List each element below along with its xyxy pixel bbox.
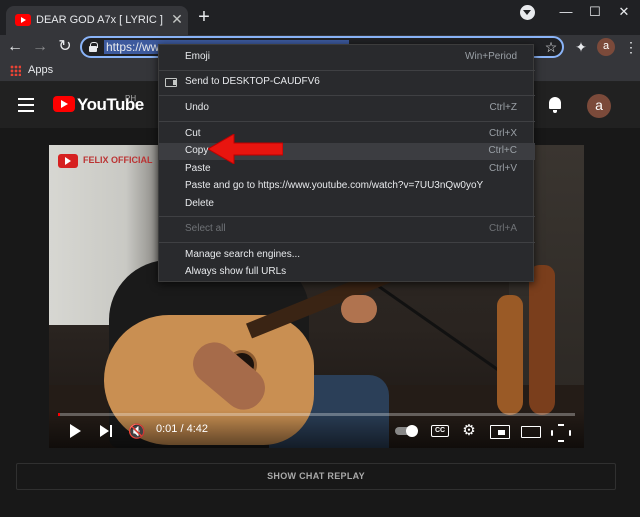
- video-scene-guitar-side: [497, 295, 523, 415]
- menu-item-shortcut: Ctrl+C: [488, 145, 517, 156]
- menu-item-always-show-full-urls[interactable]: Always show full URLs: [159, 264, 535, 281]
- menu-separator: [159, 95, 535, 96]
- menu-separator: [159, 216, 535, 217]
- tab-close-icon[interactable]: ✕: [170, 11, 184, 27]
- fullscreen-icon[interactable]: [551, 422, 567, 440]
- progress-bar[interactable]: [58, 413, 575, 416]
- menu-item-shortcut: Ctrl+V: [488, 163, 517, 174]
- menu-separator: [159, 121, 535, 122]
- menu-item-label: Select all: [185, 223, 226, 234]
- channel-watermark-icon: [58, 154, 78, 168]
- menu-item-label: Delete: [185, 198, 214, 209]
- red-pointer-arrow-icon: [208, 134, 283, 164]
- show-chat-replay-button[interactable]: SHOW CHAT REPLAY: [16, 463, 616, 490]
- video-scene-guitar-back: [529, 265, 555, 415]
- miniplayer-icon[interactable]: [490, 422, 510, 440]
- tab-search-button[interactable]: [517, 3, 537, 21]
- menu-item-label: Undo: [185, 102, 209, 113]
- menu-item-delete[interactable]: Delete: [159, 196, 535, 213]
- device-laptop-icon: [165, 78, 177, 87]
- settings-gear-icon[interactable]: ⚙: [460, 422, 478, 440]
- time-display: 0:01 / 4:42: [156, 423, 208, 435]
- menu-item-shortcut: Ctrl+X: [488, 128, 517, 139]
- video-controls: 🔇 0:01 / 4:42 CC ⚙: [49, 410, 584, 448]
- menu-item-label: Paste and go to https://www.youtube.com/…: [185, 180, 484, 191]
- menu-item-manage-search-engines[interactable]: Manage search engines...: [159, 247, 535, 264]
- autoplay-toggle[interactable]: [395, 422, 418, 440]
- browser-tab-active[interactable]: DEAR GOD A7x [ LYRIC ] FELIX IR ✕: [6, 6, 188, 35]
- apps-bookmark[interactable]: Apps: [28, 64, 53, 76]
- mute-icon[interactable]: 🔇: [127, 422, 147, 440]
- youtube-favicon-icon: [15, 14, 31, 26]
- cc-icon: CC: [431, 425, 449, 437]
- menu-item-undo[interactable]: Undo Ctrl+Z: [159, 100, 535, 117]
- forward-arrow-icon[interactable]: →: [30, 37, 50, 57]
- url-text[interactable]: https://www: [106, 40, 166, 54]
- extensions-puzzle-icon[interactable]: ✦: [573, 38, 589, 56]
- menu-item-shortcut: Ctrl+Z: [489, 102, 518, 113]
- bookmark-star-icon[interactable]: ☆: [543, 38, 559, 56]
- youtube-logo-icon[interactable]: [53, 96, 75, 112]
- apps-grid-icon[interactable]: [10, 65, 21, 76]
- notifications-bell-icon[interactable]: [546, 96, 564, 114]
- channel-watermark-label: FELIX OFFICIAL: [83, 155, 153, 165]
- lock-icon[interactable]: [89, 42, 98, 52]
- menu-item-send-to-device[interactable]: Send to DESKTOP-CAUDFV6: [159, 74, 535, 91]
- tab-title: DEAR GOD A7x [ LYRIC ] FELIX IR: [36, 14, 166, 26]
- menu-item-label: Always show full URLs: [185, 266, 287, 277]
- minimize-button[interactable]: —: [556, 3, 576, 21]
- menu-item-label: Manage search engines...: [185, 249, 301, 260]
- menu-separator: [159, 242, 535, 243]
- new-tab-button[interactable]: +: [195, 7, 213, 27]
- reload-icon[interactable]: ↻: [55, 37, 75, 57]
- video-scene-fretting-hand: [341, 295, 377, 323]
- browser-menu-icon[interactable]: ⋮: [624, 38, 638, 56]
- progress-bar-fill: [58, 413, 61, 416]
- play-icon[interactable]: [67, 422, 83, 440]
- menu-item-select-all[interactable]: Select all Ctrl+A: [159, 221, 535, 238]
- menu-item-label: Cut: [185, 128, 201, 139]
- youtube-account-avatar[interactable]: a: [587, 94, 611, 118]
- menu-item-label: Copy: [185, 145, 209, 156]
- hamburger-menu-icon[interactable]: [18, 98, 34, 112]
- next-icon[interactable]: [99, 422, 115, 440]
- menu-item-label: Emoji: [185, 51, 211, 62]
- video-scene-mic-stand: [378, 285, 503, 374]
- menu-item-shortcut: Ctrl+A: [488, 223, 517, 234]
- menu-item-paste-and-go[interactable]: Paste and go to https://www.youtube.com/…: [159, 178, 535, 195]
- theater-mode-icon[interactable]: [521, 422, 541, 440]
- country-code: PH: [125, 94, 137, 103]
- tab-strip: DEAR GOD A7x [ LYRIC ] FELIX IR ✕ + — ☐ …: [0, 0, 640, 35]
- maximize-button[interactable]: ☐: [585, 3, 605, 21]
- browser-profile-avatar[interactable]: a: [597, 38, 615, 56]
- chevron-down-icon: [519, 5, 535, 20]
- menu-item-shortcut: Win+Period: [465, 51, 517, 62]
- menu-item-emoji[interactable]: Emoji Win+Period: [159, 49, 535, 66]
- window-close-button[interactable]: ✕: [614, 3, 634, 21]
- menu-item-label: Paste: [185, 163, 211, 174]
- back-arrow-icon[interactable]: ←: [5, 37, 25, 57]
- menu-item-label: Send to DESKTOP-CAUDFV6: [185, 76, 320, 87]
- captions-button[interactable]: CC: [431, 422, 449, 440]
- menu-separator: [159, 70, 535, 71]
